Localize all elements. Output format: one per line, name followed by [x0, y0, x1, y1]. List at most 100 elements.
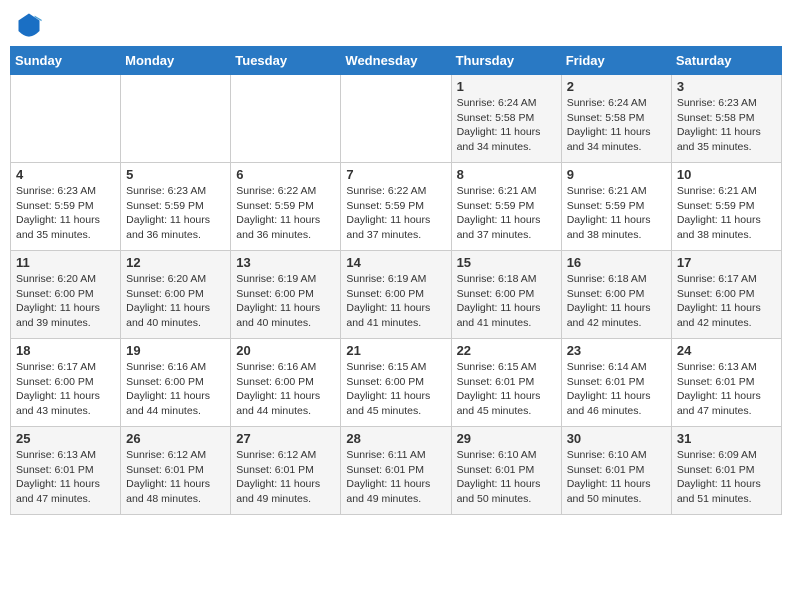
day-number: 22: [457, 343, 556, 358]
calendar-week-row: 11 Sunrise: 6:20 AM Sunset: 6:00 PM Dayli…: [11, 251, 782, 339]
calendar-day-cell: 12 Sunrise: 6:20 AM Sunset: 6:00 PM Dayli…: [121, 251, 231, 339]
day-of-week-header: Sunday: [11, 47, 121, 75]
calendar-week-row: 1 Sunrise: 6:24 AM Sunset: 5:58 PM Daylig…: [11, 75, 782, 163]
header-row: SundayMondayTuesdayWednesdayThursdayFrid…: [11, 47, 782, 75]
calendar-day-cell: 4 Sunrise: 6:23 AM Sunset: 5:59 PM Daylig…: [11, 163, 121, 251]
calendar-day-cell: 23 Sunrise: 6:14 AM Sunset: 6:01 PM Dayli…: [561, 339, 671, 427]
day-number: 15: [457, 255, 556, 270]
day-number: 19: [126, 343, 225, 358]
day-number: 7: [346, 167, 445, 182]
day-number: 12: [126, 255, 225, 270]
calendar-day-cell: 19 Sunrise: 6:16 AM Sunset: 6:00 PM Dayli…: [121, 339, 231, 427]
day-info: Sunrise: 6:09 AM Sunset: 6:01 PM Dayligh…: [677, 448, 776, 507]
day-number: 5: [126, 167, 225, 182]
calendar-day-cell: 27 Sunrise: 6:12 AM Sunset: 6:01 PM Dayli…: [231, 427, 341, 515]
day-number: 25: [16, 431, 115, 446]
calendar-day-cell: 11Sunrise: 6:20 AM Sunset: 6:00 PM Dayli…: [11, 251, 121, 339]
calendar-day-cell: 8 Sunrise: 6:21 AM Sunset: 5:59 PM Daylig…: [451, 163, 561, 251]
calendar-day-cell: 30 Sunrise: 6:10 AM Sunset: 6:01 PM Dayli…: [561, 427, 671, 515]
day-number: 8: [457, 167, 556, 182]
day-info: Sunrise: 6:23 AM Sunset: 5:58 PM Dayligh…: [677, 96, 776, 155]
calendar-day-cell: 26 Sunrise: 6:12 AM Sunset: 6:01 PM Dayli…: [121, 427, 231, 515]
day-number: 14: [346, 255, 445, 270]
day-number: 20: [236, 343, 335, 358]
day-number: 18: [16, 343, 115, 358]
day-info: Sunrise: 6:23 AM Sunset: 5:59 PM Dayligh…: [126, 184, 225, 243]
day-number: 10: [677, 167, 776, 182]
day-number: 11: [16, 255, 115, 270]
day-info: Sunrise: 6:18 AM Sunset: 6:00 PM Dayligh…: [567, 272, 666, 331]
day-number: 2: [567, 79, 666, 94]
calendar-week-row: 4 Sunrise: 6:23 AM Sunset: 5:59 PM Daylig…: [11, 163, 782, 251]
day-info: Sunrise: 6:23 AM Sunset: 5:59 PM Dayligh…: [16, 184, 115, 243]
day-info: Sunrise: 6:15 AM Sunset: 6:01 PM Dayligh…: [457, 360, 556, 419]
day-number: 23: [567, 343, 666, 358]
calendar-day-cell: [121, 75, 231, 163]
day-info: Sunrise: 6:14 AM Sunset: 6:01 PM Dayligh…: [567, 360, 666, 419]
day-number: 27: [236, 431, 335, 446]
day-info: Sunrise: 6:21 AM Sunset: 5:59 PM Dayligh…: [677, 184, 776, 243]
day-number: 9: [567, 167, 666, 182]
calendar-day-cell: 31 Sunrise: 6:09 AM Sunset: 6:01 PM Dayli…: [671, 427, 781, 515]
day-number: 3: [677, 79, 776, 94]
calendar-day-cell: 5 Sunrise: 6:23 AM Sunset: 5:59 PM Daylig…: [121, 163, 231, 251]
day-number: 6: [236, 167, 335, 182]
calendar-week-row: 18 Sunrise: 6:17 AM Sunset: 6:00 PM Dayli…: [11, 339, 782, 427]
day-info: Sunrise: 6:24 AM Sunset: 5:58 PM Dayligh…: [567, 96, 666, 155]
calendar-day-cell: 29 Sunrise: 6:10 AM Sunset: 6:01 PM Dayli…: [451, 427, 561, 515]
day-info: Sunrise: 6:12 AM Sunset: 6:01 PM Dayligh…: [236, 448, 335, 507]
day-number: 28: [346, 431, 445, 446]
calendar-day-cell: 1 Sunrise: 6:24 AM Sunset: 5:58 PM Daylig…: [451, 75, 561, 163]
day-info: Sunrise: 6:10 AM Sunset: 6:01 PM Dayligh…: [457, 448, 556, 507]
day-number: 4: [16, 167, 115, 182]
day-info: Sunrise: 6:13 AM Sunset: 6:01 PM Dayligh…: [16, 448, 115, 507]
calendar-day-cell: [231, 75, 341, 163]
calendar-day-cell: 10 Sunrise: 6:21 AM Sunset: 5:59 PM Dayli…: [671, 163, 781, 251]
generalblue-logo-icon: [15, 10, 43, 38]
day-of-week-header: Saturday: [671, 47, 781, 75]
day-of-week-header: Wednesday: [341, 47, 451, 75]
day-info: Sunrise: 6:19 AM Sunset: 6:00 PM Dayligh…: [346, 272, 445, 331]
day-of-week-header: Tuesday: [231, 47, 341, 75]
day-of-week-header: Friday: [561, 47, 671, 75]
day-info: Sunrise: 6:12 AM Sunset: 6:01 PM Dayligh…: [126, 448, 225, 507]
day-info: Sunrise: 6:17 AM Sunset: 6:00 PM Dayligh…: [16, 360, 115, 419]
day-info: Sunrise: 6:11 AM Sunset: 6:01 PM Dayligh…: [346, 448, 445, 507]
day-info: Sunrise: 6:10 AM Sunset: 6:01 PM Dayligh…: [567, 448, 666, 507]
logo: [15, 10, 47, 38]
calendar-week-row: 25 Sunrise: 6:13 AM Sunset: 6:01 PM Dayli…: [11, 427, 782, 515]
calendar-day-cell: 21Sunrise: 6:15 AM Sunset: 6:00 PM Dayli…: [341, 339, 451, 427]
calendar-day-cell: 14 Sunrise: 6:19 AM Sunset: 6:00 PM Dayli…: [341, 251, 451, 339]
calendar-day-cell: [341, 75, 451, 163]
day-info: Sunrise: 6:17 AM Sunset: 6:00 PM Dayligh…: [677, 272, 776, 331]
calendar-day-cell: 7 Sunrise: 6:22 AM Sunset: 5:59 PM Daylig…: [341, 163, 451, 251]
calendar-header: SundayMondayTuesdayWednesdayThursdayFrid…: [11, 47, 782, 75]
calendar-day-cell: 9 Sunrise: 6:21 AM Sunset: 5:59 PM Daylig…: [561, 163, 671, 251]
day-info: Sunrise: 6:16 AM Sunset: 6:00 PM Dayligh…: [236, 360, 335, 419]
day-info: Sunrise: 6:18 AM Sunset: 6:00 PM Dayligh…: [457, 272, 556, 331]
day-info: Sunrise: 6:22 AM Sunset: 5:59 PM Dayligh…: [346, 184, 445, 243]
calendar-day-cell: 2 Sunrise: 6:24 AM Sunset: 5:58 PM Daylig…: [561, 75, 671, 163]
calendar-day-cell: [11, 75, 121, 163]
day-number: 31: [677, 431, 776, 446]
calendar-body: 1 Sunrise: 6:24 AM Sunset: 5:58 PM Daylig…: [11, 75, 782, 515]
day-info: Sunrise: 6:16 AM Sunset: 6:00 PM Dayligh…: [126, 360, 225, 419]
day-info: Sunrise: 6:20 AM Sunset: 6:00 PM Dayligh…: [126, 272, 225, 331]
calendar-day-cell: 22 Sunrise: 6:15 AM Sunset: 6:01 PM Dayli…: [451, 339, 561, 427]
day-number: 30: [567, 431, 666, 446]
calendar-day-cell: 28 Sunrise: 6:11 AM Sunset: 6:01 PM Dayli…: [341, 427, 451, 515]
day-number: 29: [457, 431, 556, 446]
calendar-day-cell: 16Sunrise: 6:18 AM Sunset: 6:00 PM Dayli…: [561, 251, 671, 339]
day-info: Sunrise: 6:22 AM Sunset: 5:59 PM Dayligh…: [236, 184, 335, 243]
page-header: [10, 10, 782, 38]
day-info: Sunrise: 6:15 AM Sunset: 6:00 PM Dayligh…: [346, 360, 445, 419]
day-info: Sunrise: 6:21 AM Sunset: 5:59 PM Dayligh…: [457, 184, 556, 243]
calendar-day-cell: 25 Sunrise: 6:13 AM Sunset: 6:01 PM Dayli…: [11, 427, 121, 515]
day-number: 17: [677, 255, 776, 270]
day-info: Sunrise: 6:13 AM Sunset: 6:01 PM Dayligh…: [677, 360, 776, 419]
day-number: 26: [126, 431, 225, 446]
day-info: Sunrise: 6:21 AM Sunset: 5:59 PM Dayligh…: [567, 184, 666, 243]
calendar-day-cell: 20 Sunrise: 6:16 AM Sunset: 6:00 PM Dayli…: [231, 339, 341, 427]
day-info: Sunrise: 6:24 AM Sunset: 5:58 PM Dayligh…: [457, 96, 556, 155]
day-number: 1: [457, 79, 556, 94]
